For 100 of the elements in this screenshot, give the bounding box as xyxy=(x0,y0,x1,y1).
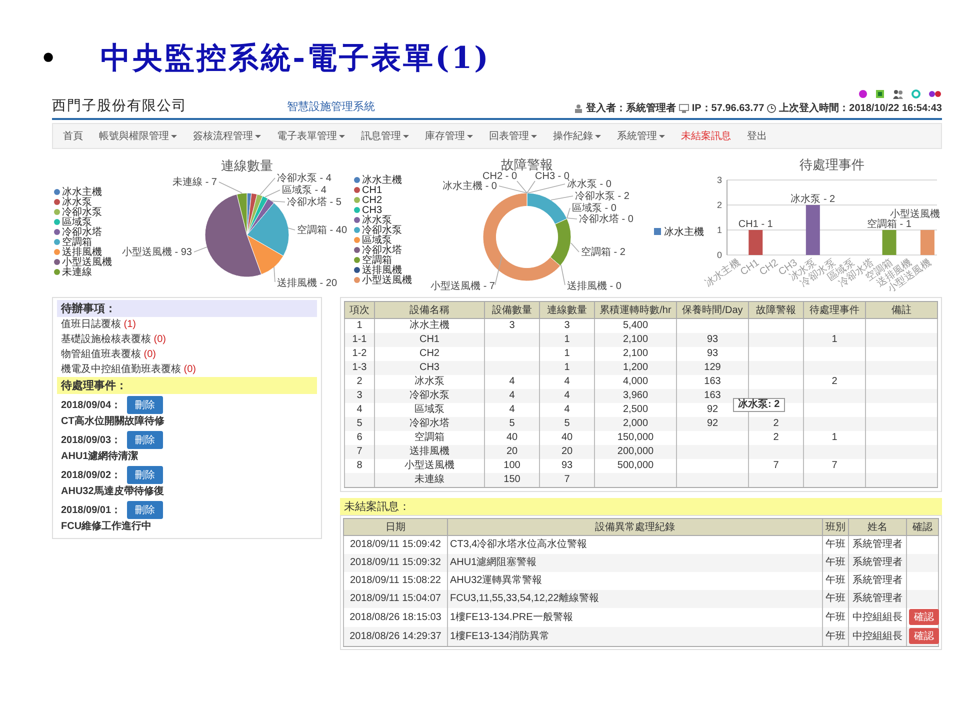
legend-label: 區域泵 xyxy=(62,217,92,228)
column-header: 班別 xyxy=(822,518,848,536)
legend-marker xyxy=(354,277,360,283)
column-header: 待處理事件 xyxy=(804,302,866,318)
slide-title: 中央監控系統-電子表單(1) xyxy=(100,40,490,78)
nav-item[interactable]: 首頁 xyxy=(63,129,83,143)
delete-button[interactable]: 刪除 xyxy=(127,431,164,449)
table-cell: AHU1濾網阻塞警報 xyxy=(448,554,822,572)
table-cell: 2,100 xyxy=(594,333,676,347)
slice-label: 冷卻水塔 - 0 xyxy=(579,214,634,225)
nav-item[interactable]: 操作紀錄 xyxy=(553,129,601,143)
slice-label: 冰水泵 - 0 xyxy=(567,179,612,190)
slice-label: 冷卻水泵 - 4 xyxy=(277,173,332,184)
leader-line xyxy=(288,228,296,230)
todo-link[interactable]: 物管組值班表覆核 (0) xyxy=(57,347,317,362)
table-cell xyxy=(866,389,938,403)
legend-label: 冷卻水塔 xyxy=(62,227,102,238)
todo-link[interactable]: 值班日誌覆核 (1) xyxy=(57,317,317,332)
bar xyxy=(748,230,763,255)
delete-button[interactable]: 刪除 xyxy=(127,466,164,484)
leader-line xyxy=(560,264,566,286)
table-cell: 2 xyxy=(748,417,804,431)
delete-button[interactable]: 刪除 xyxy=(127,396,164,414)
table-cell: 冷卻水塔 xyxy=(374,417,484,431)
column-header: 日期 xyxy=(344,518,448,536)
confirm-button[interactable]: 確認 xyxy=(909,609,939,625)
caret-icon xyxy=(403,134,409,138)
table-cell: 冷卻水泵 xyxy=(374,389,484,403)
user-icon xyxy=(574,104,583,112)
section-heading: 未結案訊息： xyxy=(340,498,942,515)
table-cell: 午班 xyxy=(822,554,848,572)
slice-label: CH3 - 0 xyxy=(535,171,570,182)
table-cell: 129 xyxy=(676,361,748,375)
table-cell: 1 xyxy=(804,333,866,347)
leader-line xyxy=(218,182,242,194)
legend-label: CH2 xyxy=(362,195,382,206)
column-header: 確認 xyxy=(906,518,938,536)
table-cell xyxy=(866,361,938,375)
column-header: 保養時間/Day xyxy=(676,302,748,318)
nav-item[interactable]: 電子表單管理 xyxy=(277,129,345,143)
event-description: CT高水位開關故障待修 xyxy=(60,414,166,429)
confirm-button[interactable]: 確認 xyxy=(909,628,939,644)
slice-label: 送排風機 - 20 xyxy=(277,278,338,289)
chart-title: 連線數量 xyxy=(221,158,273,173)
column-header: 累積運轉時數/hr xyxy=(594,302,676,318)
legend-marker xyxy=(54,189,60,195)
table-cell: 2018/09/11 15:04:07 xyxy=(344,590,448,608)
delete-button[interactable]: 刪除 xyxy=(127,501,164,519)
dots-icon[interactable] xyxy=(928,89,942,99)
login-user: 登入者：系統管理者 xyxy=(586,102,676,115)
todo-link[interactable]: 基礎設施檢核表覆核 (0) xyxy=(57,332,317,347)
system-name: 智慧設施管理系統 xyxy=(287,100,375,114)
event-date: 2018/09/01： xyxy=(61,504,122,517)
legend-marker xyxy=(354,197,360,203)
square-icon[interactable] xyxy=(875,89,885,99)
legend-marker xyxy=(54,269,60,275)
table-cell: 5 xyxy=(484,417,540,431)
legend-marker xyxy=(354,247,360,253)
slice-label: 區域泵 - 0 xyxy=(572,203,616,214)
legend-label: 冷卻水泵 xyxy=(62,207,102,218)
table-cell: 系統管理者 xyxy=(848,554,906,572)
legend-marker xyxy=(354,207,360,213)
people-icon[interactable] xyxy=(892,89,904,99)
column-header: 設備異常處理紀錄 xyxy=(448,518,822,536)
value-label: 空調箱 - 1 xyxy=(867,219,912,230)
event-description: FCU維修工作進行中 xyxy=(60,520,153,534)
legend-label: 送排風機 xyxy=(362,265,402,276)
nav-item[interactable]: 訊息管理 xyxy=(361,129,409,143)
table-cell: 20 xyxy=(540,445,594,459)
circle-icon[interactable] xyxy=(858,89,868,99)
nav-item[interactable]: 簽核流程管理 xyxy=(193,129,261,143)
nav-item[interactable]: 未結案訊息 xyxy=(681,129,731,143)
column-header: 備註 xyxy=(866,302,938,318)
table-cell: 4 xyxy=(540,389,594,403)
table-cell xyxy=(748,473,804,488)
legend-label: 空調箱 xyxy=(62,237,92,248)
table-cell: 未連線 xyxy=(374,473,484,488)
column-header: 設備數量 xyxy=(484,302,540,318)
table-cell: 7 xyxy=(540,473,594,488)
nav-item[interactable]: 庫存管理 xyxy=(425,129,473,143)
table-cell xyxy=(866,417,938,431)
table-cell: 1樓FE13-134消防異常 xyxy=(448,627,822,646)
caret-icon xyxy=(531,134,537,138)
nav-item[interactable]: 回表管理 xyxy=(489,129,537,143)
table-cell: 7 xyxy=(344,445,374,459)
legend-label: 冰水泵 xyxy=(362,215,392,226)
table-cell xyxy=(866,445,938,459)
table-cell: 午班 xyxy=(822,627,848,646)
slice-label: 冰水主機 - 0 xyxy=(442,181,497,192)
nav-item[interactable]: 帳號與權限管理 xyxy=(99,129,177,143)
table-cell xyxy=(748,445,804,459)
nav-item[interactable]: 登出 xyxy=(747,129,767,143)
todo-link[interactable]: 機電及中控組值勤班表覆核 (0) xyxy=(57,362,317,377)
leader-line xyxy=(194,246,208,252)
legend-marker xyxy=(54,229,60,235)
column-header: 連線數量 xyxy=(540,302,594,318)
nav-item[interactable]: 系統管理 xyxy=(617,129,665,143)
caret-icon xyxy=(659,134,665,138)
table-cell xyxy=(676,445,748,459)
caret-icon xyxy=(255,134,261,138)
